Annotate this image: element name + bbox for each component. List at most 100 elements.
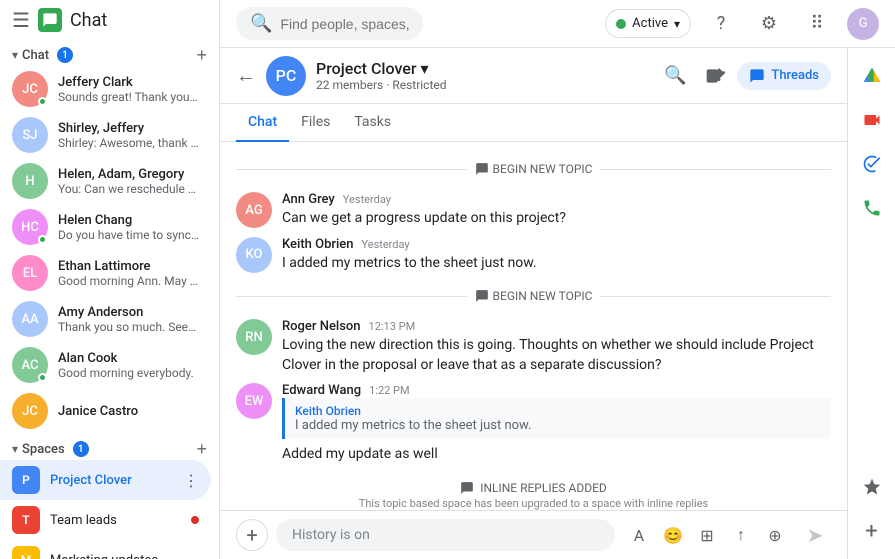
user-avatar[interactable]: G: [847, 8, 879, 40]
chat-item-amy[interactable]: AA Amy Anderson Thank you so much. See y…: [0, 296, 211, 342]
msg-avatar: AG: [236, 192, 272, 228]
msg-avatar: RN: [236, 319, 272, 355]
search-icon: 🔍: [250, 13, 272, 34]
tab-tasks[interactable]: Tasks: [342, 104, 403, 142]
attach-icon[interactable]: ⊞: [691, 519, 723, 551]
chat-item-alan[interactable]: AC Alan Cook Good morning everybody.: [0, 342, 211, 388]
chat-item-name: Janice Castro: [58, 404, 199, 419]
chat-header-info: Project Clover ▾ 22 members · Restricted: [316, 59, 647, 92]
settings-icon[interactable]: ⚙: [751, 6, 787, 42]
chat-item-name: Helen Chang: [58, 213, 199, 228]
help-icon[interactable]: ?: [703, 6, 739, 42]
msg-sender: Edward Wang: [282, 383, 361, 398]
drive-icon[interactable]: [852, 56, 892, 96]
inline-label: INLINE REPLIES ADDED: [460, 481, 607, 495]
emoji-icon[interactable]: 😊: [657, 519, 689, 551]
chat-meta: 22 members · Restricted: [316, 78, 647, 92]
input-bar: + History is on A 😊 ⊞ ↑ ⊕ ➤: [220, 510, 847, 559]
chat-video-icon[interactable]: [697, 58, 733, 94]
phone-icon[interactable]: [852, 188, 892, 228]
msg-sender: Ann Grey: [282, 192, 335, 207]
tab-files[interactable]: Files: [289, 104, 342, 142]
input-actions: A 😊 ⊞ ↑ ⊕: [623, 519, 791, 551]
msg-time: 12:13 PM: [369, 320, 416, 333]
spaces-chevron-icon: ▾: [12, 442, 18, 456]
message-ann-grey-1: AG Ann Grey Yesterday Can we get a progr…: [236, 192, 831, 229]
chat-search-icon[interactable]: 🔍: [657, 58, 693, 94]
space-item-name: Team leads: [50, 513, 181, 528]
topbar: 🔍 Active ▾ ? ⚙ ⠿ G: [220, 0, 895, 48]
status-dot: [616, 19, 626, 29]
chat-header-actions: 🔍 Threads: [657, 58, 831, 94]
inline-sub: This topic based space has been upgraded…: [359, 497, 708, 510]
space-item-marketing[interactable]: M Marketing updates: [0, 540, 211, 559]
spaces-section-toggle[interactable]: ▾ Spaces 1: [12, 441, 89, 457]
add-sidebar-button[interactable]: +: [852, 511, 892, 551]
avatar: EL: [12, 255, 48, 291]
chat-badge: 1: [57, 47, 73, 63]
chat-item-info: Amy Anderson Thank you so much. See you …: [58, 305, 199, 334]
chat-item-helen-adam[interactable]: H Helen, Adam, Gregory You: Can we resch…: [0, 158, 211, 204]
chat-item-info: Ethan Lattimore Good morning Ann. May I …: [58, 259, 199, 288]
chat-section-toggle[interactable]: ▾ Chat 1: [12, 47, 73, 63]
divider-line: [236, 169, 467, 170]
msg-content: Roger Nelson 12:13 PM Loving the new dir…: [282, 319, 831, 375]
message-edward-1: EW Edward Wang 1:22 PM Keith Obrien I ad…: [236, 383, 831, 465]
text-format-icon[interactable]: A: [623, 519, 655, 551]
add-chat-button[interactable]: +: [196, 46, 207, 64]
menu-icon[interactable]: ☰: [12, 8, 30, 32]
search-box[interactable]: 🔍: [236, 7, 423, 40]
search-input[interactable]: [280, 16, 408, 32]
chat-item-helen-chang[interactable]: HC Helen Chang Do you have time to sync …: [0, 204, 211, 250]
status-button[interactable]: Active ▾: [605, 9, 691, 38]
msg-text: I added my metrics to the sheet just now…: [282, 254, 831, 274]
divider-line: [600, 169, 831, 170]
threads-button[interactable]: Threads: [737, 62, 831, 90]
upload-icon[interactable]: ↑: [725, 519, 757, 551]
chat-item-shirley[interactable]: SJ Shirley, Jeffery Shirley: Awesome, th…: [0, 112, 211, 158]
msg-header: Roger Nelson 12:13 PM: [282, 319, 831, 334]
chat-name[interactable]: Project Clover ▾: [316, 59, 647, 78]
chat-item-name: Shirley, Jeffery: [58, 121, 199, 136]
msg-avatar: EW: [236, 383, 272, 419]
chat-section-header: ▾ Chat 1 +: [0, 40, 219, 66]
meet-icon[interactable]: [852, 100, 892, 140]
msg-header: Edward Wang 1:22 PM: [282, 383, 831, 398]
more-options-icon[interactable]: ⊕: [759, 519, 791, 551]
app-title: Chat: [70, 10, 107, 31]
add-space-button[interactable]: +: [196, 440, 207, 458]
space-item-project-clover[interactable]: P Project Clover ⋮: [0, 460, 211, 500]
message-input[interactable]: History is on: [276, 519, 615, 551]
space-item-team-leads[interactable]: T Team leads: [0, 500, 211, 540]
chat-section-label: Chat: [22, 48, 49, 63]
msg-sender: Keith Obrien: [282, 237, 353, 252]
message-keith-1: KO Keith Obrien Yesterday I added my met…: [236, 237, 831, 274]
send-button[interactable]: ➤: [799, 519, 831, 551]
main-area: 🔍 Active ▾ ? ⚙ ⠿ G ← PC Project Clover ▾: [220, 0, 895, 559]
topic-divider: BEGIN NEW TOPIC: [236, 289, 831, 303]
star-icon[interactable]: [852, 467, 892, 507]
divider-line: [236, 296, 467, 297]
chat-name-chevron-icon: ▾: [421, 59, 429, 78]
chat-item-info: Jeffery Clark Sounds great! Thank you so…: [58, 75, 199, 104]
tab-chat[interactable]: Chat: [236, 104, 289, 142]
back-button[interactable]: ←: [236, 63, 256, 88]
space-item-name: Project Clover: [50, 473, 173, 488]
msg-time: 1:22 PM: [369, 384, 409, 397]
chat-item-info: Alan Cook Good morning everybody.: [58, 351, 199, 380]
chat-item-preview: Sounds great! Thank you so much Ann!: [58, 90, 199, 104]
chat-item-preview: Shirley: Awesome, thank you for the...: [58, 136, 199, 150]
spaces-list: P Project Clover ⋮ T Team leads M Market…: [0, 460, 219, 559]
chat-item-janice[interactable]: JC Janice Castro: [0, 388, 211, 434]
avatar: JC: [12, 393, 48, 429]
chat-item-jeffery[interactable]: JC Jeffery Clark Sounds great! Thank you…: [0, 66, 211, 112]
chat-chevron-icon: ▾: [12, 48, 18, 62]
apps-icon[interactable]: ⠿: [799, 6, 835, 42]
add-message-button[interactable]: +: [236, 519, 268, 551]
right-sidebar: +: [847, 48, 895, 559]
msg-content: Keith Obrien Yesterday I added my metric…: [282, 237, 831, 274]
tasks-icon[interactable]: [852, 144, 892, 184]
avatar: JC: [12, 71, 48, 107]
chat-item-name: Amy Anderson: [58, 305, 199, 320]
chat-item-ethan[interactable]: EL Ethan Lattimore Good morning Ann. May…: [0, 250, 211, 296]
